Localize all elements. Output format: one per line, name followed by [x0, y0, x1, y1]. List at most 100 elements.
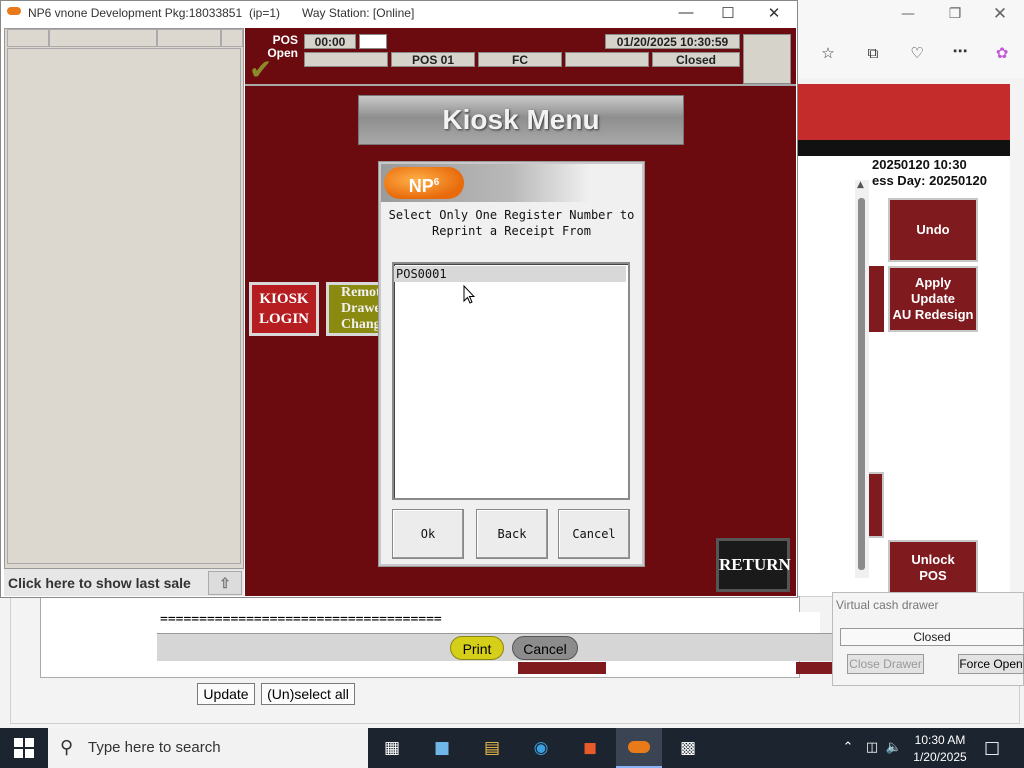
search-icon: ⚲ [60, 737, 74, 757]
clock-time: 10:30 AM [914, 733, 966, 747]
close-icon[interactable]: ✕ [990, 4, 1010, 24]
logo-text: NP [408, 176, 434, 196]
window-icon[interactable]: ▩ [676, 737, 700, 759]
minimize-icon[interactable]: — [898, 6, 918, 22]
column-header[interactable] [221, 29, 243, 47]
back-button[interactable]: Back [476, 509, 548, 559]
title-bar: NP6 vnone Development Pkg:18033851 (ip=1… [1, 1, 797, 27]
windows-start-icon[interactable] [14, 738, 34, 758]
au-redesign-label: AU Redesign [892, 307, 974, 322]
last-sale-bar[interactable]: Click here to show last sale ⇧ [4, 568, 244, 596]
close-drawer-button[interactable]: Close Drawer [847, 654, 924, 674]
undo-button[interactable]: Undo [888, 198, 978, 262]
copilot-icon[interactable]: ✿ [991, 44, 1013, 62]
partial-red-button[interactable] [518, 662, 606, 674]
app-icon [7, 7, 21, 15]
sale-list[interactable] [7, 48, 241, 564]
scroll-up-icon[interactable]: ▲ [857, 180, 864, 190]
register-list[interactable] [392, 262, 630, 500]
app-title: NP6 vnone Development Pkg:18033851 [28, 6, 243, 20]
column-header[interactable] [157, 29, 221, 47]
drawer-title: Virtual cash drawer [836, 598, 939, 612]
last-sale-label[interactable]: Click here to show last sale [8, 575, 191, 591]
force-open-button[interactable]: Force Open [958, 654, 1024, 674]
unselect-all-button[interactable]: (Un)select all [261, 683, 355, 705]
unlock-label: Unlock [911, 552, 955, 567]
collections-icon[interactable]: ⧉ [862, 44, 884, 62]
remote-drawer-change-button[interactable]: Remote Drawer Change [326, 282, 384, 336]
remote-label: Remote [341, 285, 384, 300]
task-view-icon[interactable]: ▦ [380, 737, 404, 759]
station-label: Way Station: [Online] [302, 6, 415, 20]
corner-box [743, 34, 791, 84]
apply-update-button[interactable]: Apply Update AU Redesign [888, 266, 978, 332]
scrollbar[interactable]: ▲ [855, 180, 869, 578]
close-icon[interactable]: ✕ [759, 4, 789, 22]
partial-red-button-2[interactable] [796, 662, 832, 674]
update-button[interactable]: Update [197, 683, 255, 705]
page-title: Kiosk Menu [358, 95, 684, 145]
chevron-up-icon[interactable]: ⌃ [836, 737, 860, 759]
minimize-icon[interactable]: — [671, 4, 701, 21]
maximize-icon[interactable]: ☐ [713, 4, 743, 22]
update-label: Update [910, 291, 956, 306]
return-button[interactable]: RETURN [716, 538, 791, 592]
change-label: Change [341, 317, 384, 332]
pos-label: POS [919, 568, 947, 583]
cancel-button[interactable]: Cancel [558, 509, 630, 559]
state-box: Closed [652, 52, 740, 67]
mode-box: FC [478, 52, 562, 67]
arrow-up-icon[interactable]: ⇧ [208, 571, 242, 595]
drawer-label: Drawer [341, 301, 384, 316]
notification-icon[interactable]: □ [980, 737, 1004, 759]
check-icon: ✔ [249, 53, 273, 86]
clock-date: 1/20/2025 [913, 750, 967, 764]
status-box [304, 52, 388, 67]
message-line: Reprint a Receipt From [432, 224, 591, 238]
undo-label: Undo [916, 222, 950, 237]
datetime-box: 01/20/2025 10:30:59 [605, 34, 740, 49]
receipt-separator: ==================================== [160, 612, 442, 627]
dialog-message: Select Only One Register Number to Repri… [382, 207, 641, 239]
restore-icon[interactable]: ❐ [945, 6, 965, 22]
status-box [565, 52, 649, 67]
more-icon[interactable]: ⋯ [949, 42, 971, 60]
favorites-icon[interactable]: ☆ [817, 44, 839, 62]
network-icon[interactable]: ◫ [860, 737, 884, 759]
clock[interactable]: 10:30 AM 1/20/2025 [902, 732, 978, 766]
ip-label: (ip=1) [249, 6, 281, 20]
drawer-status: Closed [840, 628, 1024, 646]
file-explorer-icon[interactable]: ▤ [480, 737, 504, 759]
cancel-print-button[interactable]: Cancel [512, 636, 578, 660]
ok-button[interactable]: Ok [392, 509, 464, 559]
datetime-text: 20250120 10:30 [872, 157, 967, 172]
blank-box [359, 34, 387, 49]
logo-superscript: 6 [433, 177, 440, 188]
register-box: POS 01 [391, 52, 475, 67]
black-strip [798, 140, 1010, 156]
unlock-pos-button[interactable]: Unlock POS [888, 540, 978, 596]
np6-logo: NP6 [384, 167, 464, 199]
timer-box: 00:00 [304, 34, 356, 49]
search-placeholder: Type here to search [88, 739, 221, 756]
business-day-text: 20250120 10:30 ess Day: 20250120 [872, 157, 1012, 189]
list-item[interactable]: POS0001 [394, 266, 626, 282]
app-icon[interactable]: ◼ [578, 737, 602, 759]
apply-label: Apply [914, 275, 952, 290]
np6-taskbar-button[interactable] [616, 728, 662, 768]
app-icon[interactable]: ■ [430, 737, 454, 759]
business-day-label: ess Day: 20250120 [872, 173, 987, 188]
print-button[interactable]: Print [450, 636, 504, 660]
column-header[interactable] [7, 29, 49, 47]
column-header[interactable] [49, 29, 157, 47]
scroll-thumb[interactable] [858, 198, 865, 570]
mouse-cursor-icon [463, 285, 475, 304]
health-icon[interactable]: ♡ [906, 44, 928, 62]
header-bar [798, 84, 1010, 140]
message-line: Select Only One Register Number to [388, 208, 635, 222]
search-input[interactable]: ⚲ Type here to search [48, 728, 368, 768]
login-label: LOGIN [258, 311, 309, 327]
edge-icon[interactable]: ◉ [529, 737, 553, 759]
kiosk-label: KIOSK [259, 291, 309, 307]
kiosk-login-button[interactable]: KIOSK LOGIN [249, 282, 319, 336]
